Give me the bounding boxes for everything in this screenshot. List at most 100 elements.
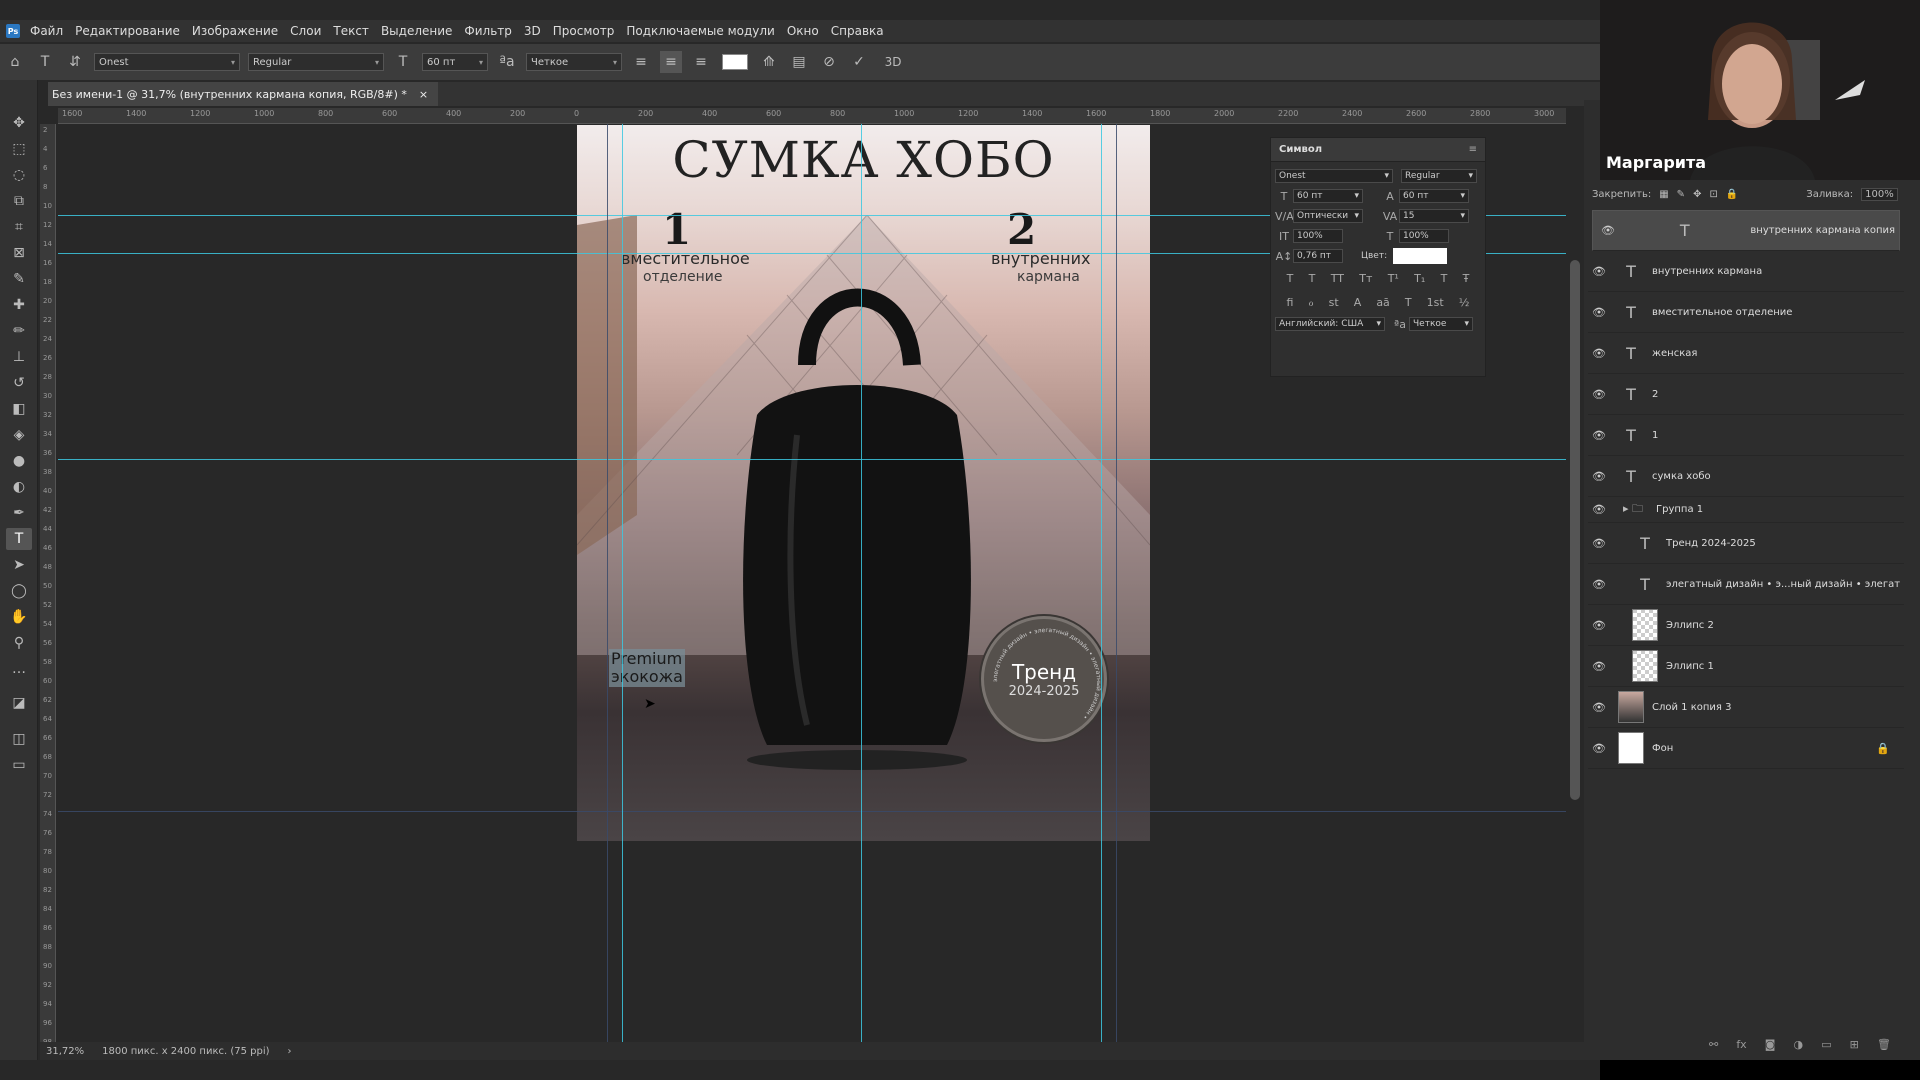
home-icon[interactable]: ⌂ [4,51,26,73]
layer-row[interactable]: 👁 ▸ 🗀 Группа 1 [1588,497,1904,523]
menu-layers[interactable]: Слои [290,24,321,38]
eyedropper-tool-icon[interactable]: ✎ [6,268,32,290]
guide-vertical[interactable] [1101,124,1102,1048]
align-right-icon[interactable]: ≡ [690,51,712,73]
menu-file[interactable]: Файл [30,24,63,38]
char-leading-field[interactable]: 60 пт ▾ [1399,189,1469,203]
stamp-tool-icon[interactable]: ⊥ [6,346,32,368]
layer-row[interactable]: 👁 Tсумка хобо [1588,456,1904,497]
font-style-select[interactable]: Regular ▾ [248,53,384,71]
new-group-icon[interactable]: ▭ [1821,1038,1831,1058]
visibility-eye-icon[interactable]: 👁 [1597,224,1619,237]
menu-type[interactable]: Текст [333,24,369,38]
stylistic-alternates-button[interactable]: aā [1376,296,1389,309]
titling-alternates-button[interactable]: T [1405,296,1412,309]
layer-row[interactable]: 👁 T 1 [1588,415,1904,456]
subscript-button[interactable]: T₁ [1414,272,1425,285]
strikethrough-button[interactable]: Ŧ [1463,272,1470,285]
visibility-eye-icon[interactable]: 👁 [1588,306,1610,319]
blur-tool-icon[interactable]: ● [6,450,32,472]
layer-row[interactable]: 👁 Эллипс 2 [1588,605,1904,646]
char-vscale-field[interactable]: 100% [1293,229,1343,243]
brush-tool-icon[interactable]: ✏ [6,320,32,342]
move-tool-icon[interactable]: ✥ [6,112,32,134]
frame-tool-icon[interactable]: ⊠ [6,242,32,264]
visibility-eye-icon[interactable]: 👁 [1588,660,1610,673]
color-swatches-icon[interactable]: ◪ [6,692,32,714]
discretionary-ligatures-button[interactable]: st [1329,296,1339,309]
font-size-select[interactable]: 60 пт ▾ [422,53,488,71]
visibility-eye-icon[interactable]: 👁 [1588,578,1610,591]
menu-filter[interactable]: Фильтр [464,24,511,38]
fill-value[interactable]: 100% [1861,187,1898,201]
visibility-eye-icon[interactable]: 👁 [1588,429,1610,442]
type-tool-icon[interactable]: T [6,528,32,550]
type-tool-icon[interactable]: T [34,51,56,73]
lock-artboard-icon[interactable]: ⊡ [1709,189,1717,200]
char-font-select[interactable]: Onest ▾ [1275,169,1393,183]
font-family-select[interactable]: Onest ▾ [94,53,240,71]
visibility-eye-icon[interactable]: 👁 [1588,470,1610,483]
contextual-button[interactable]: ℴ [1309,296,1314,309]
visibility-eye-icon[interactable]: 👁 [1588,742,1610,755]
layer-row[interactable]: 👁 Tэлегатный дизайн • э...ный дизайн • эл… [1588,564,1904,605]
eraser-tool-icon[interactable]: ◧ [6,398,32,420]
small-caps-button[interactable]: Tт [1359,272,1372,285]
menu-view[interactable]: Просмотр [553,24,615,38]
adjustment-layer-icon[interactable]: ◑ [1794,1038,1804,1058]
layer-row[interactable]: 👁 Слой 1 копия 3 [1588,687,1904,728]
superscript-button[interactable]: T¹ [1388,272,1399,285]
char-language-select[interactable]: Английский: США ▾ [1275,317,1385,331]
guide-horizontal[interactable] [58,811,1566,812]
guide-vertical[interactable] [1116,124,1117,1048]
marquee-tool-icon[interactable]: ⬚ [6,138,32,160]
layer-row[interactable]: 👁 Эллипс 1 [1588,646,1904,687]
layer-row[interactable]: 👁 T Тренд 2024-2025 [1588,523,1904,564]
antialias-select[interactable]: Четкое ▾ [526,53,622,71]
zoom-tool-icon[interactable]: ⚲ [6,632,32,654]
path-selection-tool-icon[interactable]: ➤ [6,554,32,576]
chevron-right-icon[interactable]: › [288,1046,292,1057]
char-style-select[interactable]: Regular ▾ [1401,169,1477,183]
guide-horizontal[interactable] [58,459,1566,460]
menu-edit[interactable]: Редактирование [75,24,180,38]
panel-menu-icon[interactable]: ≡ [1469,144,1477,155]
all-caps-button[interactable]: TT [1331,272,1344,285]
vertical-scrollbar[interactable] [1570,260,1580,800]
screen-mode-icon[interactable]: ▭ [6,754,32,776]
add-mask-icon[interactable]: ◙ [1765,1038,1776,1058]
char-size-field[interactable]: 60 пт ▾ [1293,189,1363,203]
paint-bucket-tool-icon[interactable]: ◈ [6,424,32,446]
3d-button[interactable]: 3D [878,51,908,73]
align-left-icon[interactable]: ≡ [630,51,652,73]
layer-row[interactable]: 👁 Tженская [1588,333,1904,374]
lock-position-icon[interactable]: ✥ [1693,189,1701,200]
visibility-eye-icon[interactable]: 👁 [1588,503,1610,516]
delete-layer-icon[interactable]: 🗑 [1877,1038,1891,1058]
more-tools-icon[interactable]: … [6,658,32,680]
visibility-eye-icon[interactable]: 👁 [1588,347,1610,360]
char-kerning-select[interactable]: Оптически ▾ [1293,209,1363,223]
menu-3d[interactable]: 3D [524,24,541,38]
align-center-icon[interactable]: ≡ [660,51,682,73]
menu-window[interactable]: Окно [787,24,819,38]
new-layer-icon[interactable]: ⊞ [1850,1038,1859,1058]
ligatures-button[interactable]: fi [1287,296,1294,309]
layer-row[interactable]: 👁 Tвнутренних кармана копия [1592,210,1900,251]
fractions-button[interactable]: ½ [1459,296,1470,309]
lock-all-icon[interactable]: 🔒 [1726,189,1738,200]
object-select-tool-icon[interactable]: ⧉ [6,190,32,212]
visibility-eye-icon[interactable]: 👁 [1588,265,1610,278]
link-layers-icon[interactable]: ⚯ [1709,1038,1718,1058]
ordinals-button[interactable]: 1st [1427,296,1444,309]
visibility-eye-icon[interactable]: 👁 [1588,537,1610,550]
menu-plugins[interactable]: Подключаемые модули [626,24,775,38]
pen-tool-icon[interactable]: ✒ [6,502,32,524]
menu-help[interactable]: Справка [831,24,884,38]
char-antialias-select[interactable]: Четкое ▾ [1409,317,1473,331]
dodge-tool-icon[interactable]: ◐ [6,476,32,498]
orientation-toggle-icon[interactable]: ⇵ [64,51,86,73]
faux-bold-button[interactable]: T [1287,272,1294,285]
layer-row[interactable]: 👁 Фон 🔒 [1588,728,1904,769]
guide-vertical[interactable] [607,124,608,1048]
